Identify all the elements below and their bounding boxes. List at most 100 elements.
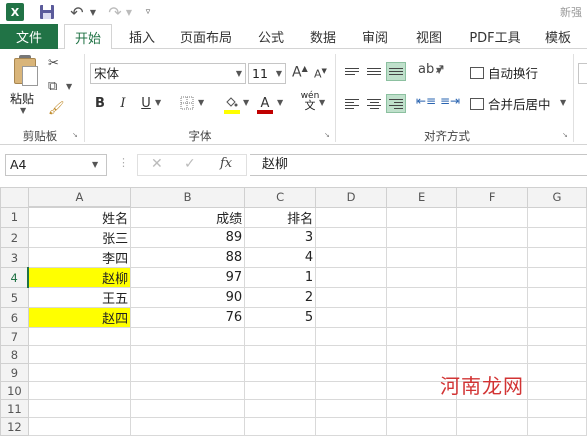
cell-e5[interactable]	[385, 287, 458, 308]
alignment-launcher-icon[interactable]: ↘	[562, 131, 570, 139]
cell-a4[interactable]: 赵柳	[27, 267, 132, 288]
cell-d9[interactable]	[315, 363, 387, 382]
cell-g4[interactable]	[527, 267, 587, 288]
cell-b10[interactable]	[130, 381, 246, 400]
cell-b7[interactable]	[130, 327, 246, 346]
tab-page-layout[interactable]: 页面布局	[172, 24, 240, 49]
cell-b9[interactable]	[130, 363, 246, 382]
cell-d8[interactable]	[315, 345, 387, 364]
align-top-icon[interactable]	[342, 62, 362, 81]
cut-icon[interactable]: ✂	[48, 56, 59, 71]
underline-dropdown-icon[interactable]: ▼	[155, 98, 161, 107]
insert-function-icon[interactable]: fx	[220, 156, 232, 171]
cell-b1[interactable]: 成绩	[130, 206, 246, 228]
cell-e6[interactable]	[385, 307, 458, 328]
cell-g12[interactable]	[527, 417, 587, 436]
decrease-font-icon[interactable]: A▼	[314, 67, 327, 81]
cell-f6[interactable]	[456, 307, 529, 328]
wrap-text-button[interactable]: 自动换行	[470, 63, 538, 82]
cell-b2[interactable]: 89	[130, 227, 246, 248]
cell-b8[interactable]	[130, 345, 246, 364]
cell-c10[interactable]	[244, 381, 317, 400]
align-center-icon[interactable]	[364, 94, 384, 113]
cell-e2[interactable]	[385, 227, 458, 248]
cell-d11[interactable]	[315, 399, 387, 418]
column-header-c[interactable]: C	[244, 187, 317, 208]
cell-e3[interactable]	[385, 247, 458, 268]
tab-insert[interactable]: 插入	[120, 24, 164, 49]
cell-d2[interactable]	[315, 227, 387, 248]
name-box-dropdown-icon[interactable]: ▼	[92, 160, 98, 169]
cell-c3[interactable]: 4	[244, 247, 317, 268]
row-header[interactable]: 3	[0, 247, 29, 268]
row-header[interactable]: 1	[0, 206, 29, 228]
cell-c2[interactable]: 3	[244, 227, 317, 248]
cell-b4[interactable]: 97	[130, 267, 246, 288]
cell-g6[interactable]	[527, 307, 587, 328]
cell-e8[interactable]	[385, 345, 458, 364]
align-left-icon[interactable]	[342, 94, 362, 113]
cell-d3[interactable]	[315, 247, 387, 268]
align-bottom-icon[interactable]	[386, 62, 406, 81]
select-all-corner[interactable]	[0, 187, 29, 208]
phonetic-guide-button[interactable]: wén 文	[300, 92, 320, 112]
cell-a2[interactable]: 张三	[27, 227, 132, 248]
tab-file[interactable]: 文件	[0, 24, 58, 49]
paste-dropdown-icon[interactable]: ▼	[20, 106, 26, 115]
underline-button[interactable]: U	[137, 94, 155, 112]
cell-a7[interactable]	[27, 327, 132, 346]
cell-b12[interactable]	[130, 417, 246, 436]
increase-font-icon[interactable]: A▲	[292, 64, 308, 81]
cell-f5[interactable]	[456, 287, 529, 308]
cell-a9[interactable]	[27, 363, 132, 382]
font-color-dropdown-icon[interactable]: ▼	[277, 98, 283, 107]
cell-d7[interactable]	[315, 327, 387, 346]
cell-f12[interactable]	[456, 417, 529, 436]
orientation-dropdown-icon[interactable]: ▼	[436, 66, 442, 75]
tab-review[interactable]: 审阅	[354, 24, 396, 49]
cell-a5[interactable]: 王五	[27, 287, 132, 308]
cell-a11[interactable]	[27, 399, 132, 418]
align-right-icon[interactable]	[386, 94, 406, 113]
cell-b6[interactable]: 76	[130, 307, 246, 328]
cell-b11[interactable]	[130, 399, 246, 418]
cell-b5[interactable]: 90	[130, 287, 246, 308]
cell-c8[interactable]	[244, 345, 317, 364]
cell-d10[interactable]	[315, 381, 387, 400]
italic-button[interactable]: I	[114, 94, 132, 112]
redo-dropdown-icon[interactable]: ▼	[124, 3, 134, 21]
column-header-a[interactable]: A	[27, 187, 132, 208]
cell-d5[interactable]	[315, 287, 387, 308]
cell-e1[interactable]	[385, 206, 458, 228]
row-header[interactable]: 12	[0, 417, 29, 436]
enter-icon[interactable]: ✓	[184, 156, 196, 172]
tab-view[interactable]: 视图	[408, 24, 450, 49]
cell-d6[interactable]	[315, 307, 387, 328]
cell-f8[interactable]	[456, 345, 529, 364]
cell-g2[interactable]	[527, 227, 587, 248]
cell-g8[interactable]	[527, 345, 587, 364]
tab-data[interactable]: 数据	[302, 24, 344, 49]
column-header-d[interactable]: D	[315, 187, 387, 208]
format-painter-icon[interactable]: 🖌	[48, 101, 65, 116]
cell-b3[interactable]: 88	[130, 247, 246, 268]
cell-a6[interactable]: 赵四	[27, 307, 132, 328]
fill-color-dropdown-icon[interactable]: ▼	[243, 98, 249, 107]
row-header[interactable]: 2	[0, 227, 29, 248]
cell-g10[interactable]	[527, 381, 587, 400]
font-name-select[interactable]: 宋体 ▼	[90, 63, 246, 84]
cell-f11[interactable]	[456, 399, 529, 418]
font-launcher-icon[interactable]: ↘	[324, 131, 332, 139]
cell-g7[interactable]	[527, 327, 587, 346]
formula-input[interactable]: 赵柳	[250, 154, 587, 176]
customize-toolbar-icon[interactable]: ▿	[142, 3, 154, 21]
row-header[interactable]: 9	[0, 363, 29, 382]
redo-icon[interactable]: ↷	[106, 3, 124, 22]
cell-a8[interactable]	[27, 345, 132, 364]
copy-dropdown-icon[interactable]: ▼	[66, 82, 72, 91]
save-icon[interactable]	[38, 3, 56, 21]
row-header[interactable]: 7	[0, 327, 29, 346]
align-middle-icon[interactable]	[364, 62, 384, 81]
column-header-f[interactable]: F	[456, 187, 529, 208]
cell-c6[interactable]: 5	[244, 307, 317, 328]
